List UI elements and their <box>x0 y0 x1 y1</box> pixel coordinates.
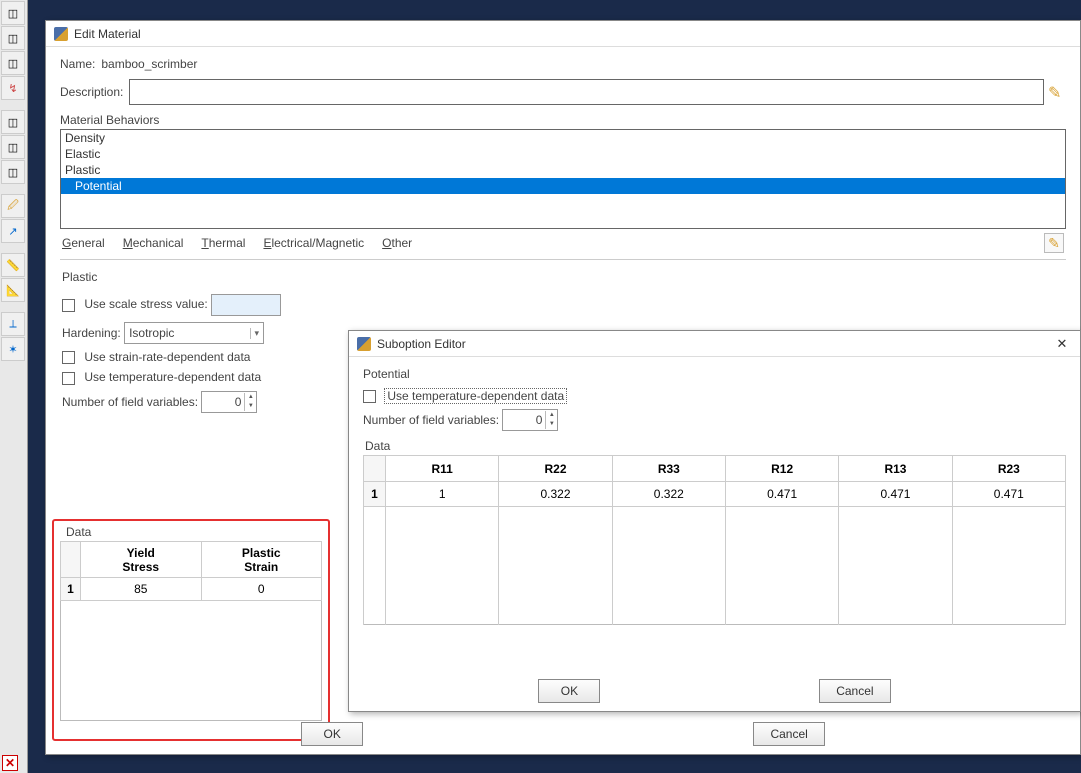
col-yield-stress: YieldStress <box>81 542 202 578</box>
behavior-item-selected[interactable]: Potential <box>61 178 1065 194</box>
menu-mechanical[interactable]: Mechanical <box>123 236 184 250</box>
row-index: 1 <box>61 578 81 601</box>
num-field-var-spinner[interactable]: 0 ▲▼ <box>201 391 257 413</box>
potential-heading: Potential <box>363 367 1066 381</box>
use-temp-checkbox[interactable] <box>62 372 75 385</box>
table-row: 1 85 0 <box>61 578 322 601</box>
menu-other[interactable]: Other <box>382 236 412 250</box>
tool-icon[interactable]: ↯ <box>1 76 25 100</box>
tool-icon[interactable]: ◫ <box>1 26 25 50</box>
row-index: 1 <box>364 481 386 507</box>
cancel-button[interactable]: Cancel <box>753 722 824 746</box>
cell-r23[interactable]: 0.471 <box>952 481 1065 507</box>
cell-yield-stress[interactable]: 85 <box>81 578 202 601</box>
edit-description-icon[interactable]: ✎ <box>1048 83 1066 101</box>
behavior-item[interactable]: Elastic <box>61 146 1065 162</box>
tool-icon[interactable]: 📏 <box>1 253 25 277</box>
use-strain-rate-checkbox[interactable] <box>62 351 75 364</box>
col-r13: R13 <box>839 456 952 482</box>
cell-r12[interactable]: 0.471 <box>725 481 838 507</box>
num-field-var-label: Number of field variables: <box>62 395 198 409</box>
left-toolbar: ◫ ◫ ◫ ↯ ◫ ◫ ◫ 🖉 ↗ 📏 📐 ⟂ ✶ <box>0 0 28 773</box>
sub-num-field-var-label: Number of field variables: <box>363 413 499 427</box>
hardening-select[interactable]: Isotropic ▾ <box>124 322 264 344</box>
menu-general[interactable]: General <box>62 236 105 250</box>
use-temp-label: Use temperature-dependent data <box>84 370 261 384</box>
sub-num-field-var-value: 0 <box>503 413 545 427</box>
error-x-icon[interactable]: ✕ <box>2 755 18 771</box>
note-icon[interactable]: ✎ <box>1044 233 1064 253</box>
sub-use-temp-label: Use temperature-dependent data <box>385 389 566 403</box>
name-label: Name: <box>60 57 95 71</box>
cell-r11[interactable]: 1 <box>386 481 499 507</box>
use-strain-rate-label: Use strain-rate-dependent data <box>84 350 250 364</box>
tool-icon[interactable]: ↗ <box>1 219 25 243</box>
cell-r22[interactable]: 0.322 <box>499 481 612 507</box>
description-input[interactable] <box>129 79 1044 105</box>
behavior-item[interactable]: Density <box>61 130 1065 146</box>
menu-thermal[interactable]: Thermal <box>201 236 245 250</box>
description-label: Description: <box>60 85 123 99</box>
behavior-menu: General Mechanical Thermal Electrical/Ma… <box>60 229 1066 260</box>
sub-cancel-button[interactable]: Cancel <box>819 679 890 703</box>
hardening-value: Isotropic <box>129 326 174 340</box>
dialog-titlebar: Suboption Editor ✕ <box>349 331 1080 357</box>
tool-icon[interactable]: ◫ <box>1 51 25 75</box>
use-scale-stress-checkbox[interactable] <box>62 299 75 312</box>
name-value: bamboo_scrimber <box>101 57 197 71</box>
app-icon <box>357 337 371 351</box>
plastic-data-box: Data YieldStress PlasticStrain 1 85 0 <box>52 519 330 741</box>
behavior-item[interactable]: Plastic <box>61 162 1065 178</box>
tool-icon[interactable]: 🖉 <box>1 194 25 218</box>
col-r33: R33 <box>612 456 725 482</box>
col-r11: R11 <box>386 456 499 482</box>
hardening-label: Hardening: <box>62 326 121 340</box>
chevron-down-icon: ▾ <box>250 328 260 339</box>
sub-num-field-var-spinner[interactable]: 0 ▲▼ <box>502 409 558 431</box>
tool-icon[interactable]: ◫ <box>1 1 25 25</box>
cell-plastic-strain[interactable]: 0 <box>201 578 322 601</box>
dialog-title: Edit Material <box>74 27 1052 41</box>
tool-icon[interactable]: ◫ <box>1 135 25 159</box>
ok-button[interactable]: OK <box>301 722 363 746</box>
scale-stress-input[interactable] <box>211 294 281 316</box>
behaviors-label: Material Behaviors <box>60 113 1066 127</box>
use-scale-stress-label: Use scale stress value: <box>84 297 207 311</box>
tool-icon[interactable]: ◫ <box>1 110 25 134</box>
dialog-title: Suboption Editor <box>377 337 1052 351</box>
close-icon[interactable]: ✕ <box>1052 334 1072 354</box>
col-plastic-strain: PlasticStrain <box>201 542 322 578</box>
behaviors-list[interactable]: Density Elastic Plastic Potential <box>60 129 1066 229</box>
spinner-down-icon[interactable]: ▼ <box>245 402 256 411</box>
tool-icon[interactable]: ✶ <box>1 337 25 361</box>
table-row: 1 1 0.322 0.322 0.471 0.471 0.471 <box>364 481 1066 507</box>
col-r12: R12 <box>725 456 838 482</box>
plastic-data-table[interactable]: YieldStress PlasticStrain 1 85 0 <box>60 541 322 721</box>
suboption-editor-dialog: Suboption Editor ✕ Potential Use tempera… <box>348 330 1081 712</box>
menu-electrical[interactable]: Electrical/Magnetic <box>263 236 364 250</box>
dialog-titlebar: Edit Material ✕ <box>46 21 1080 47</box>
data-label: Data <box>66 525 322 539</box>
sub-data-label: Data <box>365 439 1066 453</box>
col-r23: R23 <box>952 456 1065 482</box>
potential-data-table[interactable]: R11 R22 R33 R12 R13 R23 1 1 0.322 0.322 … <box>363 455 1066 625</box>
spinner-up-icon[interactable]: ▲ <box>546 411 557 420</box>
sub-use-temp-checkbox[interactable] <box>363 390 376 403</box>
cell-r33[interactable]: 0.322 <box>612 481 725 507</box>
cell-r13[interactable]: 0.471 <box>839 481 952 507</box>
app-icon <box>54 27 68 41</box>
col-r22: R22 <box>499 456 612 482</box>
tool-icon[interactable]: ⟂ <box>1 312 25 336</box>
tool-icon[interactable]: 📐 <box>1 278 25 302</box>
spinner-down-icon[interactable]: ▼ <box>546 420 557 429</box>
plastic-heading: Plastic <box>62 270 1066 284</box>
num-field-var-value: 0 <box>202 395 244 409</box>
sub-ok-button[interactable]: OK <box>538 679 600 703</box>
spinner-up-icon[interactable]: ▲ <box>245 393 256 402</box>
tool-icon[interactable]: ◫ <box>1 160 25 184</box>
